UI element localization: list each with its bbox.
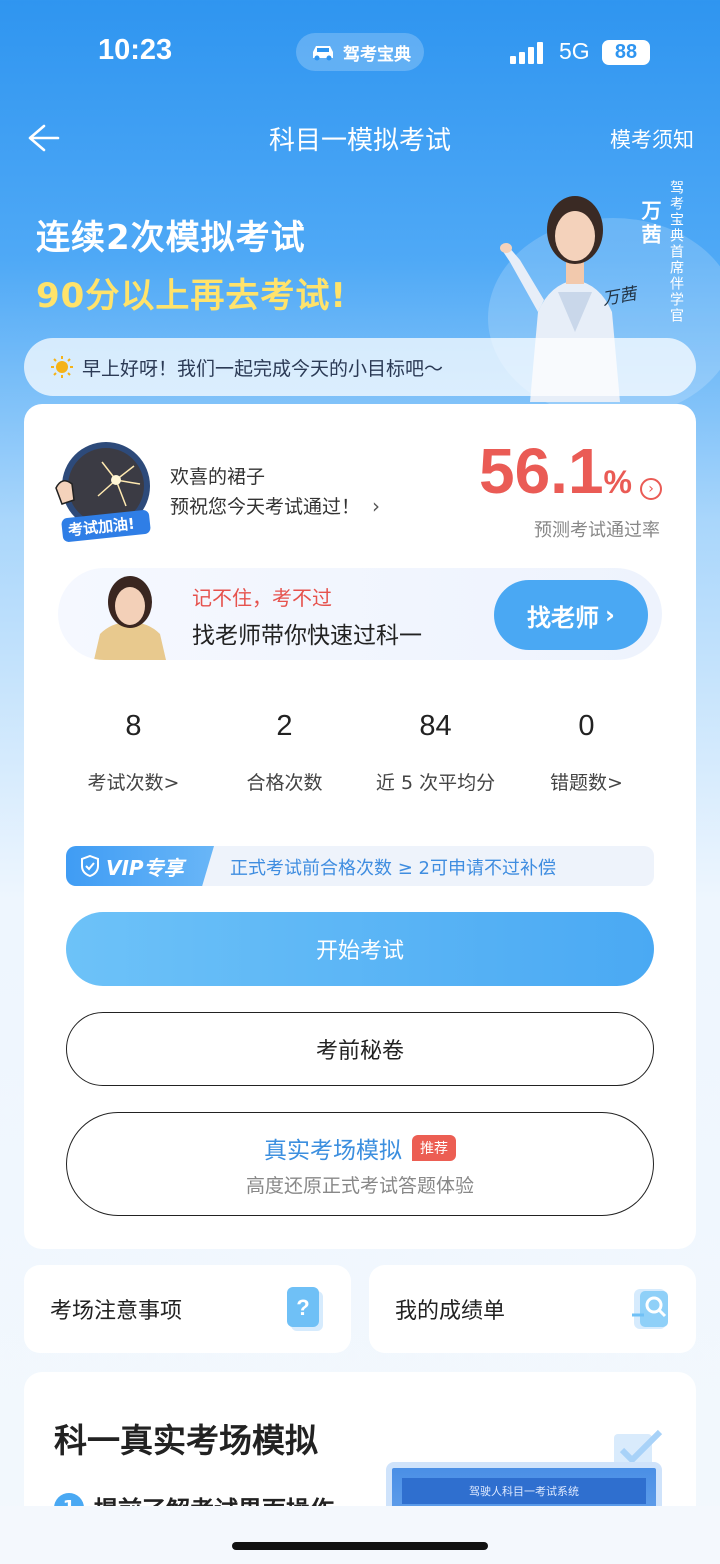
greeting-text: 早上好呀！我们一起完成今天的小目标吧～ (82, 357, 444, 380)
teacher-photo (94, 576, 166, 660)
question-doc-icon: ? (287, 1287, 323, 1331)
chevron-right-icon: › (372, 493, 381, 518)
network-type: 5G (559, 38, 590, 64)
vip-tag: VIP专享 (66, 846, 214, 886)
exam-summary-card: 考试加油! 欢喜的裙子 预祝您今天考试通过！ › 56.1% › 预测考试通过率… (24, 404, 696, 1249)
user-name: 欢喜的裙子 (170, 466, 266, 488)
svg-text:?: ? (296, 1295, 309, 1320)
pass-rate-label: 预测考试通过率 (534, 520, 660, 541)
score-report-icon (632, 1289, 668, 1329)
real-exam-title-row: 真实考场模拟 推荐 (67, 1131, 653, 1165)
score-report-card[interactable]: 我的成绩单 (369, 1265, 696, 1353)
find-teacher-label: 找老师 (527, 603, 600, 632)
greeting-bar: 早上好呀！我们一起完成今天的小目标吧～ (24, 338, 696, 396)
find-teacher-button[interactable]: 找老师 › (494, 580, 648, 650)
teacher-promo-banner[interactable]: 记不住，考不过 找老师带你快速过科一 找老师 › (58, 568, 662, 660)
exam-notes-card[interactable]: 考场注意事项 ? (24, 1265, 351, 1353)
start-exam-button[interactable]: 开始考试 (66, 912, 654, 986)
sun-icon (51, 356, 73, 378)
real-exam-title: 真实考场模拟 (264, 1138, 402, 1164)
exam-notice-link[interactable]: 模考须知 (610, 124, 694, 154)
banner-headline: 连续2次模拟考试 (36, 218, 306, 258)
user-wish-text: 预祝您今天考试通过！ (170, 496, 361, 518)
presenter-title: 驾考宝典首席伴学官 (668, 180, 684, 324)
stat-label: 错题数> (550, 772, 623, 794)
chevron-right-icon: › (605, 601, 615, 629)
stat-value: 2 (276, 710, 293, 742)
banner-subheadline: 90分以上再去考试! (36, 276, 347, 316)
stat-label: 考试次数> (87, 772, 180, 794)
pass-rate-unit: % (603, 464, 632, 500)
stat-value: 0 (578, 710, 595, 742)
signal-icon (510, 40, 543, 64)
vip-tag-label: VIP专享 (106, 855, 184, 880)
stat-average-score: 84 近 5 次平均分 (360, 710, 511, 800)
score-report-label: 我的成绩单 (395, 1299, 506, 1324)
user-wish-link[interactable]: 预祝您今天考试通过！ › (170, 492, 380, 519)
pass-rate-arrow-icon[interactable]: › (640, 478, 662, 500)
vip-banner[interactable]: VIP专享 正式考试前合格次数 ≥ 2可申请不过补偿 (66, 846, 654, 886)
presenter-name: 万茜 (638, 200, 662, 248)
pass-rate-value: 56.1% (479, 434, 632, 508)
status-time: 10:23 (98, 34, 173, 66)
shield-icon (81, 855, 99, 877)
exam-stats: 8 考试次数> 2 合格次数 84 近 5 次平均分 0 错题数> (58, 710, 662, 800)
stat-value: 8 (125, 710, 142, 742)
bottom-area (0, 1506, 720, 1564)
battery-icon: 88 (602, 40, 650, 65)
stat-value: 84 (419, 710, 452, 742)
vip-text: 正式考试前合格次数 ≥ 2可申请不过补偿 (230, 858, 556, 879)
pass-rate-number: 56.1 (478, 435, 604, 507)
status-bar: 10:23 驾考宝典 5G 88 (0, 0, 720, 100)
stat-pass-count: 2 合格次数 (209, 710, 360, 800)
real-exam-subtitle: 高度还原正式考试答题体验 (245, 1175, 474, 1197)
stat-wrong-questions[interactable]: 0 错题数> (511, 710, 662, 800)
teacher-promo-tagline: 记不住，考不过 (192, 586, 332, 610)
app-badge-label: 驾考宝典 (343, 44, 411, 65)
home-indicator[interactable] (232, 1542, 488, 1550)
app-badge: 驾考宝典 (296, 33, 424, 71)
stat-exam-count[interactable]: 8 考试次数> (58, 710, 209, 800)
preview-header: 驾驶人科目一考试系统 (402, 1478, 646, 1504)
car-icon (313, 46, 333, 61)
pre-exam-papers-button[interactable]: 考前秘卷 (66, 1012, 654, 1086)
recommend-badge: 推荐 (412, 1135, 456, 1161)
stat-label: 近 5 次平均分 (375, 772, 496, 794)
stat-label: 合格次数 (246, 772, 323, 794)
teacher-promo-text: 找老师带你快速过科一 (192, 623, 422, 649)
exam-notes-label: 考场注意事项 (50, 1299, 183, 1324)
section-title: 科一真实考场模拟 (54, 1421, 318, 1460)
real-exam-simulation-button[interactable]: 真实考场模拟 推荐 高度还原正式考试答题体验 (66, 1112, 654, 1216)
